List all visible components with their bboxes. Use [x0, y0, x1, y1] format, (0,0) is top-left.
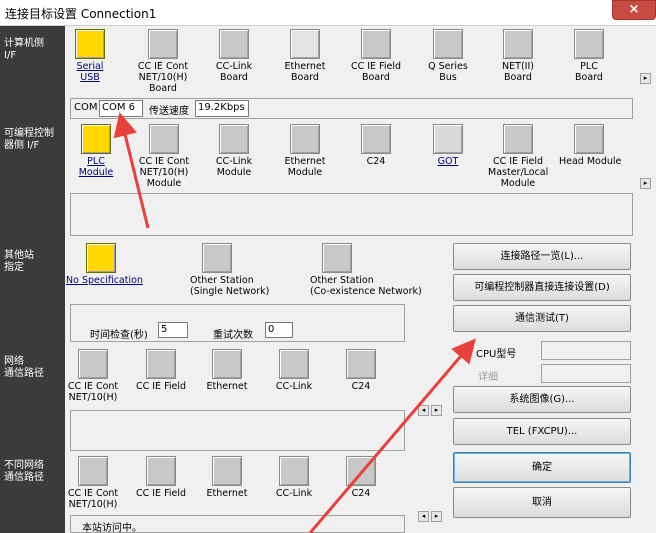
section-label-diff-network: 不同网络 通信路径 — [4, 460, 44, 483]
network-ethernet[interactable]: Ethernet — [198, 349, 256, 392]
route-list-button[interactable]: 连接路径一览(L)... — [453, 243, 631, 270]
module-icon — [574, 124, 604, 154]
cpu-type-label: CPU型号 — [476, 349, 517, 360]
window-title: 连接目标设置 Connection1 — [5, 7, 157, 21]
board-icon — [148, 29, 178, 59]
plc-if-cc-ie-cont-module[interactable]: CC IE Cont NET/10(H) Module — [134, 124, 194, 189]
network-cc-ie-field[interactable]: CC IE Field — [132, 349, 190, 392]
scroll-right-button[interactable]: ▸ — [431, 405, 442, 416]
board-icon — [574, 29, 604, 59]
plc-if-got[interactable]: GOT — [418, 124, 478, 167]
close-icon: × — [628, 2, 640, 17]
comm-test-button[interactable]: 通信测试(T) — [453, 305, 631, 332]
section-label-other: 其他站 指定 — [4, 250, 34, 273]
bus-icon — [433, 29, 463, 59]
diff-network-ethernet[interactable]: Ethernet — [198, 456, 256, 499]
pc-if-net-ii-board[interactable]: NET(II) Board — [488, 29, 548, 83]
detail-field — [541, 364, 631, 383]
board-icon — [219, 29, 249, 59]
pc-if-plc-board[interactable]: PLC Board — [559, 29, 619, 83]
system-image-button[interactable]: 系统图像(G)... — [453, 386, 631, 413]
close-button[interactable]: × — [612, 0, 656, 20]
scroll-right-button[interactable]: ▸ — [640, 178, 651, 189]
section-label-pc: 计算机侧 I/F — [4, 38, 44, 61]
pc-if-cc-ie-field-board[interactable]: CC IE Field Board — [346, 29, 406, 83]
network-c24[interactable]: C24 — [332, 349, 390, 392]
module-icon — [361, 124, 391, 154]
other-single-network[interactable]: Other Station (Single Network) — [190, 243, 270, 297]
no-specification-icon — [86, 243, 116, 273]
plc-if-ethernet-module[interactable]: Ethernet Module — [275, 124, 335, 178]
ok-button[interactable]: 确定 — [453, 452, 631, 483]
section-sidebar: 计算机侧 I/F 可编程控制 器侧 I/F 其他站 指定 网络 通信路径 不同网… — [0, 26, 65, 533]
pc-if-cc-ie-cont-board[interactable]: CC IE Cont NET/10(H) Board — [133, 29, 193, 94]
diff-network-cc-ie-field[interactable]: CC IE Field — [132, 456, 190, 499]
diff-network-cc-link[interactable]: CC-Link — [265, 456, 323, 499]
board-icon — [361, 29, 391, 59]
com-label: COM — [74, 102, 98, 113]
detail-label: 详细 — [478, 372, 498, 383]
network-icon — [146, 456, 176, 486]
module-icon — [290, 124, 320, 154]
diff-network-cc-ie-cont[interactable]: CC IE Cont NET/10(H) — [64, 456, 122, 510]
pc-if-q-series-bus[interactable]: Q Series Bus — [418, 29, 478, 83]
speed-field[interactable]: 19.2Kbps — [195, 100, 249, 117]
scroll-left-button[interactable]: ◂ — [418, 511, 429, 522]
time-check-label: 时间检查(秒) — [90, 330, 148, 341]
section-label-plc: 可编程控制 器侧 I/F — [4, 128, 54, 151]
diff-network-c24[interactable]: C24 — [332, 456, 390, 499]
com-port-field[interactable]: COM 6 — [99, 100, 143, 117]
network-icon — [346, 456, 376, 486]
speed-label: 传送速度 — [149, 106, 189, 117]
section-label-network: 网络 通信路径 — [4, 356, 44, 379]
network-icon — [202, 243, 232, 273]
pc-if-ethernet-board[interactable]: Ethernet Board — [275, 29, 335, 83]
time-check-field[interactable]: 5 — [158, 322, 188, 338]
cpu-type-field — [541, 341, 631, 360]
scroll-right-button[interactable]: ▸ — [431, 511, 442, 522]
pc-if-cc-link-board[interactable]: CC-Link Board — [204, 29, 264, 83]
title-bar: 连接目标设置 Connection1 × — [0, 0, 656, 26]
retry-label: 重试次数 — [213, 330, 253, 341]
other-no-specification[interactable]: No Specification — [66, 243, 143, 286]
network-icon — [78, 349, 108, 379]
cancel-button[interactable]: 取消 — [453, 487, 631, 518]
plc-module-icon — [81, 124, 111, 154]
tel-fxcpu-button[interactable]: TEL (FXCPU)... — [453, 418, 631, 445]
status-text: 本站访问中。 — [82, 523, 142, 533]
other-coexistence-network[interactable]: Other Station (Co-existence Network) — [310, 243, 422, 297]
network-icon — [346, 349, 376, 379]
network-cc-ie-cont[interactable]: CC IE Cont NET/10(H) — [64, 349, 122, 403]
module-icon — [503, 124, 533, 154]
pc-if-serial-usb[interactable]: Serial USB — [60, 29, 120, 83]
plc-if-c24[interactable]: C24 — [346, 124, 406, 167]
network-cc-link[interactable]: CC-Link — [265, 349, 323, 392]
network-icon — [212, 349, 242, 379]
plc-if-head-module[interactable]: Head Module — [559, 124, 621, 167]
got-monitor-icon — [433, 124, 463, 154]
scroll-right-button[interactable]: ▸ — [640, 73, 651, 84]
plc-if-cc-link-module[interactable]: CC-Link Module — [204, 124, 264, 178]
network-detail-panel — [70, 410, 405, 451]
network-icon — [146, 349, 176, 379]
ethernet-board-icon — [290, 29, 320, 59]
module-icon — [219, 124, 249, 154]
plc-if-cc-ie-field-master[interactable]: CC IE Field Master/Local Module — [488, 124, 548, 189]
network-icon — [212, 456, 242, 486]
plc-detail-panel — [70, 193, 633, 236]
network-icon — [322, 243, 352, 273]
network-icon — [279, 349, 309, 379]
plc-if-plc-module[interactable]: PLC Module — [66, 124, 126, 178]
retry-field[interactable]: 0 — [265, 322, 293, 338]
direct-connect-button[interactable]: 可编程控制器直接连接设置(D) — [453, 274, 631, 301]
network-icon — [279, 456, 309, 486]
scroll-left-button[interactable]: ◂ — [418, 405, 429, 416]
board-icon — [503, 29, 533, 59]
serial-usb-icon — [75, 29, 105, 59]
module-icon — [149, 124, 179, 154]
network-icon — [78, 456, 108, 486]
